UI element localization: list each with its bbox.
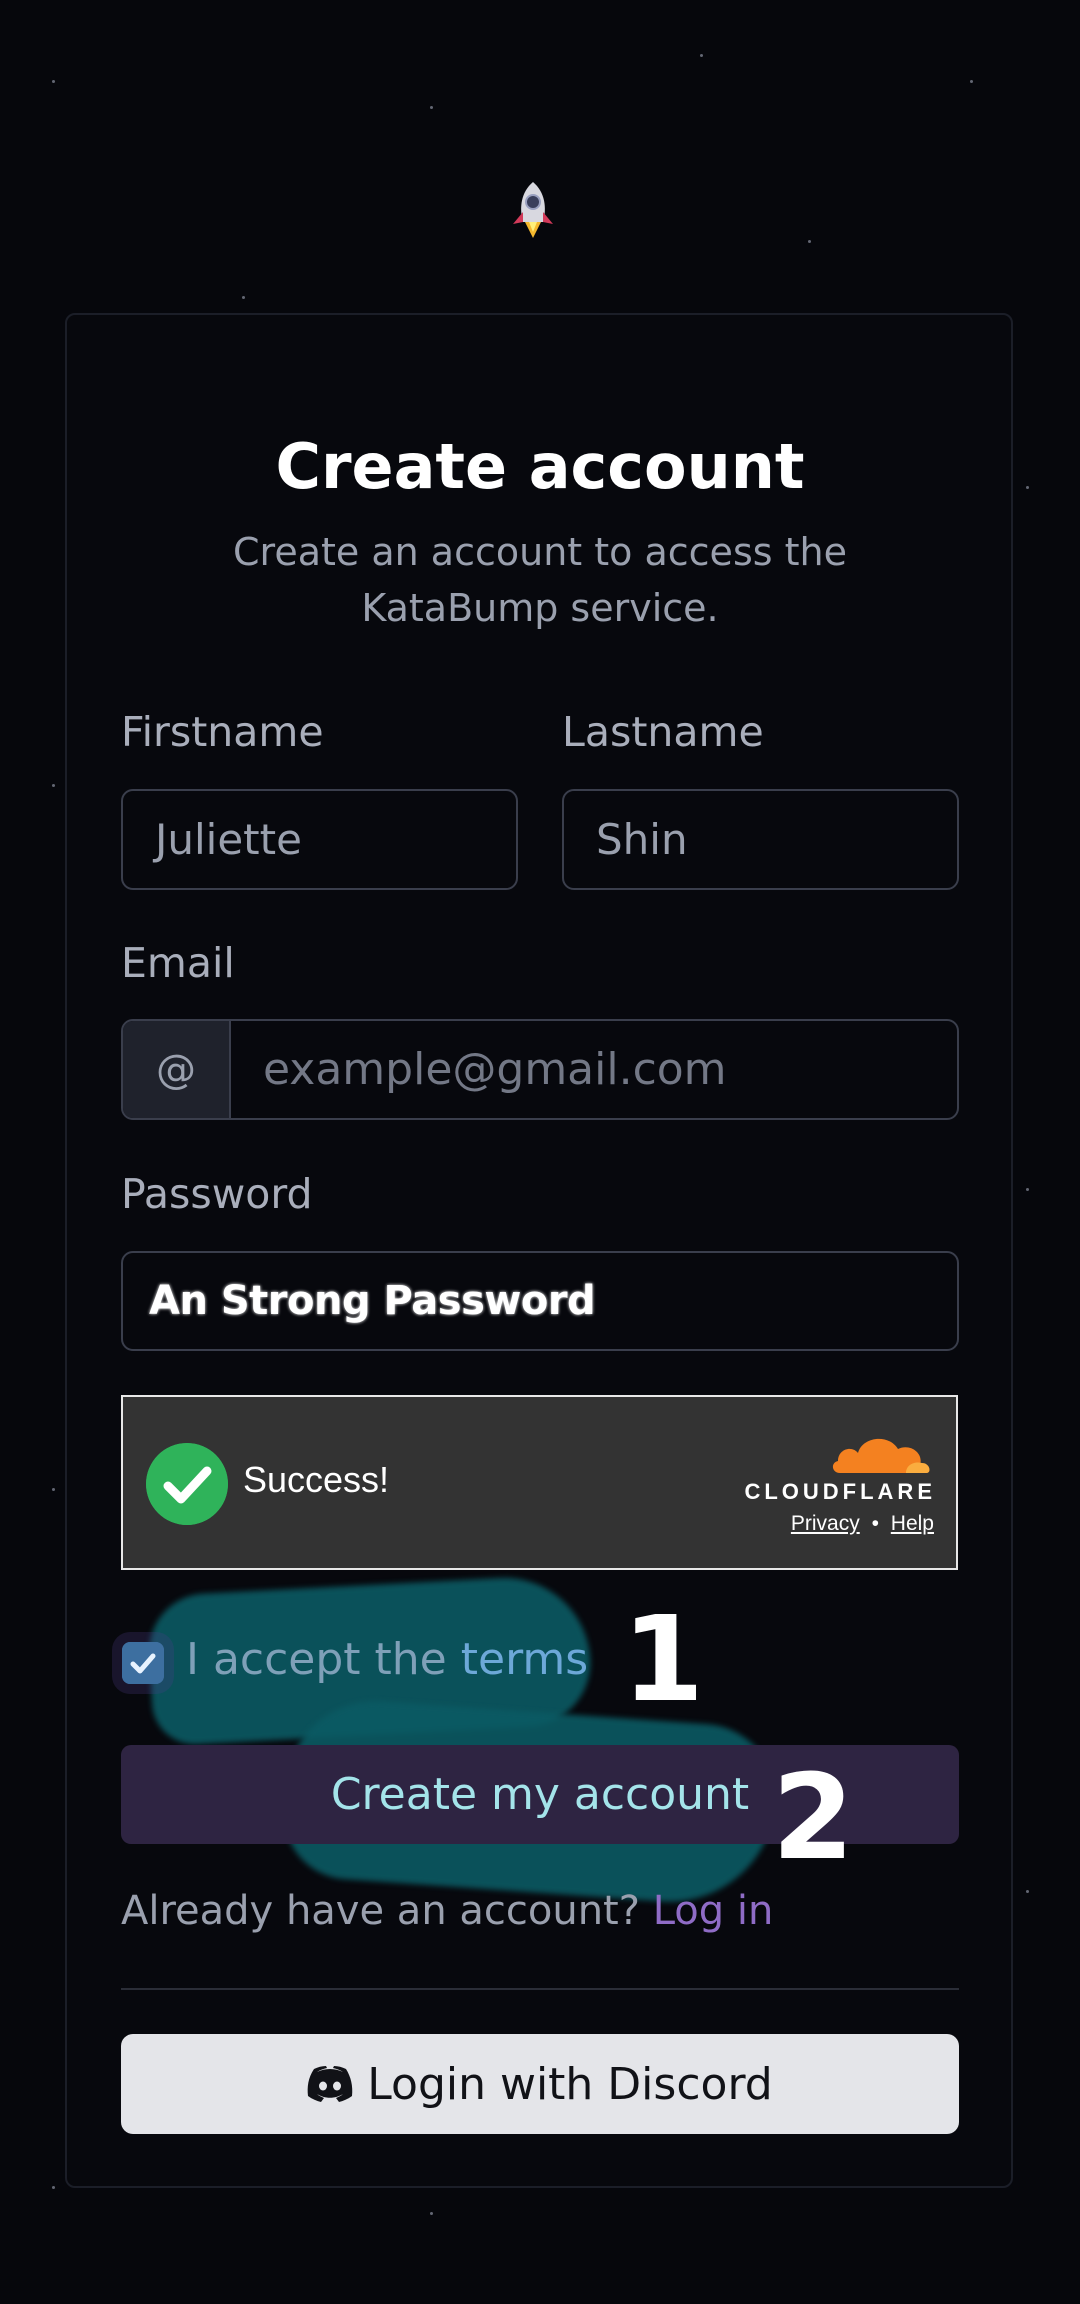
step-1-marker: 1 <box>622 1590 705 1728</box>
page-title: Create account <box>275 430 805 503</box>
terms-checkbox[interactable] <box>122 1642 164 1684</box>
firstname-label: Firstname <box>121 708 324 756</box>
lastname-value: Shin <box>596 815 688 864</box>
password-label: Password <box>121 1170 313 1218</box>
cloudflare-brand: CLOUDFLARE <box>744 1479 936 1504</box>
star <box>52 80 55 83</box>
star <box>808 240 811 243</box>
discord-icon <box>307 2066 353 2102</box>
captcha-status: Success! <box>243 1459 390 1500</box>
success-check-icon <box>146 1443 228 1525</box>
firstname-value: Juliette <box>155 815 302 864</box>
terms-text: I accept the terms <box>186 1634 588 1685</box>
email-label: Email <box>121 939 235 987</box>
star <box>52 2186 55 2189</box>
star <box>970 80 973 83</box>
terms-link[interactable]: terms <box>461 1634 588 1685</box>
terms-prefix: I accept the <box>186 1634 461 1685</box>
star <box>700 54 703 57</box>
help-link[interactable]: Help <box>891 1512 934 1535</box>
lastname-field[interactable]: Shin <box>562 789 959 890</box>
cloudflare-captcha[interactable]: Success! CLOUDFLARE Privacy • Help <box>121 1395 958 1570</box>
cloudflare-cloud-icon <box>832 1438 930 1473</box>
password-annotation: An Strong Password <box>149 1278 596 1324</box>
password-field[interactable]: An Strong Password <box>121 1251 959 1351</box>
privacy-link[interactable]: Privacy <box>791 1512 860 1535</box>
have-account-text: Already have an account? <box>121 1888 640 1934</box>
firstname-field[interactable]: Juliette <box>121 789 518 890</box>
discord-login-label: Login with Discord <box>367 2058 773 2110</box>
login-link[interactable]: Log in <box>653 1888 774 1934</box>
link-separator: • <box>871 1512 879 1535</box>
star <box>52 1488 55 1491</box>
star <box>1026 1890 1029 1893</box>
email-input-group: @ example@gmail.com <box>121 1019 959 1120</box>
discord-login-button[interactable]: Login with Discord <box>121 2034 959 2134</box>
page-subtitle: Create an account to access the KataBump… <box>233 530 847 630</box>
login-prompt: Already have an account? Log in <box>121 1888 773 1934</box>
star <box>242 296 245 299</box>
star <box>52 784 55 787</box>
captcha-links: Privacy • Help <box>791 1512 934 1536</box>
rocket-logo-icon <box>513 182 553 238</box>
star <box>1026 1188 1029 1191</box>
email-field[interactable]: example@gmail.com <box>231 1021 957 1118</box>
step-2-marker: 2 <box>772 1748 855 1886</box>
lastname-label: Lastname <box>562 708 764 756</box>
at-prefix: @ <box>123 1021 231 1118</box>
star <box>430 106 433 109</box>
divider <box>121 1988 959 1990</box>
email-placeholder: example@gmail.com <box>263 1044 727 1095</box>
star <box>430 2212 433 2215</box>
